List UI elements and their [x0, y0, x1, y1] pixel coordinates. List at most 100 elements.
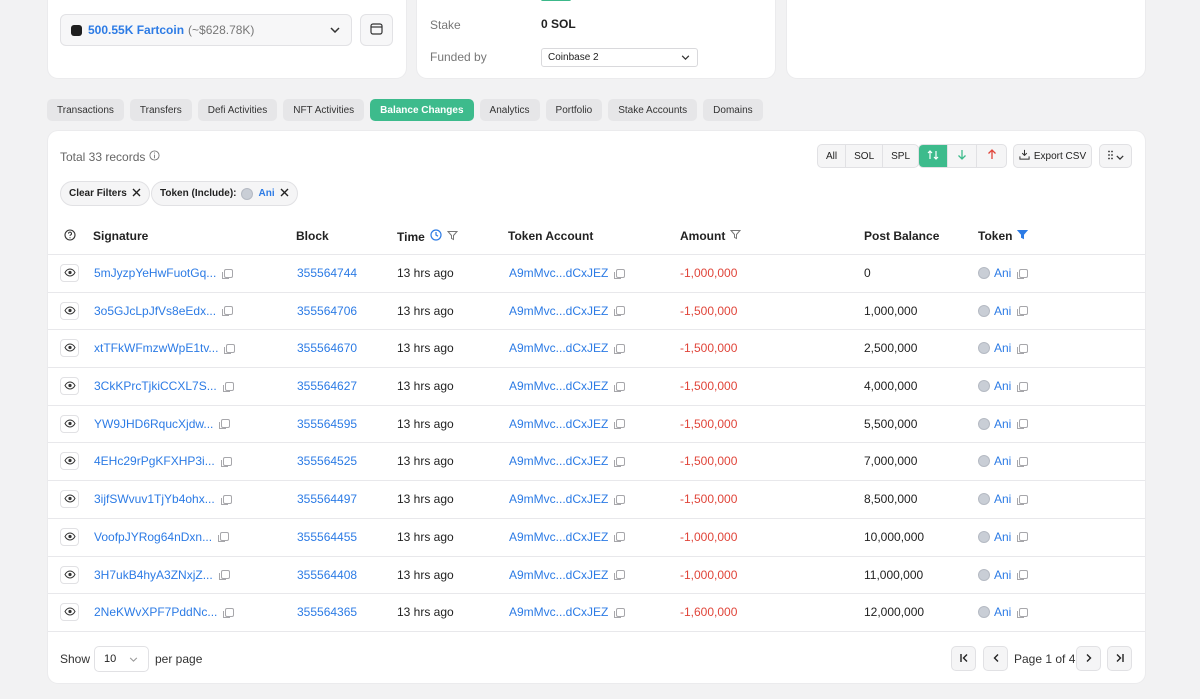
view-details-button[interactable] [60, 603, 79, 622]
signature-link[interactable]: 3CkKPrcTjkiCCXL7S... [94, 379, 217, 393]
token-link[interactable]: Ani [994, 379, 1011, 393]
block-link[interactable]: 355564455 [297, 530, 357, 544]
copy-icon[interactable] [614, 570, 626, 580]
copy-icon[interactable] [219, 419, 231, 430]
copy-icon[interactable] [1017, 607, 1029, 618]
token-account-link[interactable]: A9mMvc...dCxJEZ [509, 492, 608, 506]
tab-transactions[interactable]: Transactions [47, 99, 124, 121]
view-details-button[interactable] [60, 301, 79, 320]
block-link[interactable]: 355564670 [297, 341, 357, 355]
copy-icon[interactable] [218, 570, 230, 580]
tab-transfers[interactable]: Transfers [129, 99, 192, 121]
previous-page-button[interactable] [983, 646, 1008, 671]
filter-active-icon[interactable] [1017, 229, 1029, 243]
signature-link[interactable]: 4EHc29rPgKFXHP3i... [94, 454, 215, 468]
block-link[interactable]: 355564744 [297, 266, 357, 280]
filter-all-button[interactable]: All [818, 145, 847, 167]
incoming-button[interactable] [948, 145, 977, 167]
first-page-button[interactable] [951, 646, 976, 671]
outgoing-button[interactable] [977, 145, 1006, 167]
close-icon[interactable] [132, 188, 141, 200]
copy-icon[interactable] [1017, 343, 1029, 354]
block-link[interactable]: 355564706 [297, 304, 357, 318]
next-page-button[interactable] [1076, 646, 1101, 671]
token-account-link[interactable]: A9mMvc...dCxJEZ [509, 530, 608, 544]
token-account-link[interactable]: A9mMvc...dCxJEZ [509, 379, 608, 393]
copy-icon[interactable] [220, 456, 232, 467]
token-account-link[interactable]: A9mMvc...dCxJEZ [509, 454, 608, 468]
token-link[interactable]: Ani [994, 417, 1011, 431]
column-settings-button[interactable] [1099, 144, 1132, 168]
copy-icon[interactable] [1017, 306, 1029, 317]
page-size-dropdown[interactable]: 10 [94, 646, 149, 672]
funded-by-dropdown[interactable]: Coinbase 2 [541, 48, 698, 67]
signature-link[interactable]: 5mJyzpYeHwFuotGq... [94, 266, 216, 280]
copy-icon[interactable] [224, 343, 236, 354]
copy-icon[interactable] [1017, 532, 1029, 543]
filter-icon[interactable] [730, 229, 742, 243]
copy-icon[interactable] [222, 306, 234, 317]
copy-icon[interactable] [1017, 381, 1029, 392]
view-details-button[interactable] [60, 490, 79, 509]
block-link[interactable]: 355564627 [297, 379, 357, 393]
token-account-link[interactable]: A9mMvc...dCxJEZ [509, 266, 608, 280]
copy-icon[interactable] [614, 532, 626, 543]
signature-link[interactable]: 3H7ukB4hyA3ZNxjZ... [94, 568, 213, 582]
signature-link[interactable]: VoofpJYRog64nDxn... [94, 530, 212, 544]
tab-portfolio[interactable]: Portfolio [545, 99, 603, 121]
view-details-button[interactable] [60, 527, 79, 546]
copy-icon[interactable] [614, 381, 626, 392]
tab-nft-activities[interactable]: NFT Activities [283, 99, 365, 121]
block-link[interactable]: 355564595 [297, 417, 357, 431]
tab-stake-accounts[interactable]: Stake Accounts [608, 99, 698, 121]
signature-link[interactable]: 3ijfSWvuv1TjYb4ohx... [94, 492, 215, 506]
tab-domains[interactable]: Domains [703, 99, 763, 121]
token-link[interactable]: Ani [994, 568, 1011, 582]
copy-icon[interactable] [614, 343, 626, 354]
copy-icon[interactable] [614, 456, 626, 467]
view-details-button[interactable] [60, 264, 79, 282]
view-details-button[interactable] [60, 377, 79, 396]
token-link[interactable]: Ani [994, 605, 1011, 619]
copy-icon[interactable] [218, 532, 230, 543]
view-details-button[interactable] [60, 565, 79, 584]
signature-link[interactable]: 3o5GJcLpJfVs8eEdx... [94, 304, 216, 318]
copy-icon[interactable] [614, 306, 626, 317]
token-account-link[interactable]: A9mMvc...dCxJEZ [509, 568, 608, 582]
tab-balance-changes[interactable]: Balance Changes [370, 99, 474, 121]
copy-icon[interactable] [1017, 419, 1029, 430]
token-link[interactable]: Ani [994, 266, 1011, 280]
export-csv-button[interactable]: Export CSV [1013, 144, 1092, 168]
block-link[interactable]: 355564525 [297, 454, 357, 468]
view-details-button[interactable] [60, 414, 79, 433]
copy-icon[interactable] [614, 494, 626, 505]
token-link[interactable]: Ani [994, 454, 1011, 468]
block-link[interactable]: 355564365 [297, 605, 357, 619]
copy-icon[interactable] [223, 607, 235, 618]
copy-icon[interactable] [614, 419, 626, 430]
copy-icon[interactable] [222, 268, 234, 279]
token-account-link[interactable]: A9mMvc...dCxJEZ [509, 304, 608, 318]
token-link[interactable]: Ani [994, 530, 1011, 544]
signature-link[interactable]: 2NeKWvXPF7PddNc... [94, 605, 217, 619]
last-page-button[interactable] [1107, 646, 1132, 671]
close-icon[interactable] [280, 188, 289, 200]
copy-icon[interactable] [1017, 570, 1029, 580]
token-link[interactable]: Ani [994, 492, 1011, 506]
copy-icon[interactable] [1017, 494, 1029, 505]
both-directions-button[interactable] [919, 145, 948, 167]
signature-link[interactable]: YW9JHD6RqucXjdw... [94, 417, 213, 431]
clear-filters-chip[interactable]: Clear Filters [60, 181, 150, 206]
token-holdings-dropdown[interactable]: 500.55K Fartcoin (~$628.78K) [60, 14, 352, 46]
signature-link[interactable]: xtTFkWFmzwWpE1tv... [94, 341, 218, 355]
copy-icon[interactable] [614, 268, 626, 279]
calendar-button[interactable] [360, 14, 393, 46]
token-filter-chip[interactable]: Token (Include): Ani [151, 181, 298, 206]
filter-icon[interactable] [446, 230, 458, 244]
block-link[interactable]: 355564408 [297, 568, 357, 582]
view-details-button[interactable] [60, 339, 79, 358]
block-link[interactable]: 355564497 [297, 492, 357, 506]
token-account-link[interactable]: A9mMvc...dCxJEZ [509, 341, 608, 355]
token-link[interactable]: Ani [994, 341, 1011, 355]
copy-icon[interactable] [220, 494, 232, 505]
